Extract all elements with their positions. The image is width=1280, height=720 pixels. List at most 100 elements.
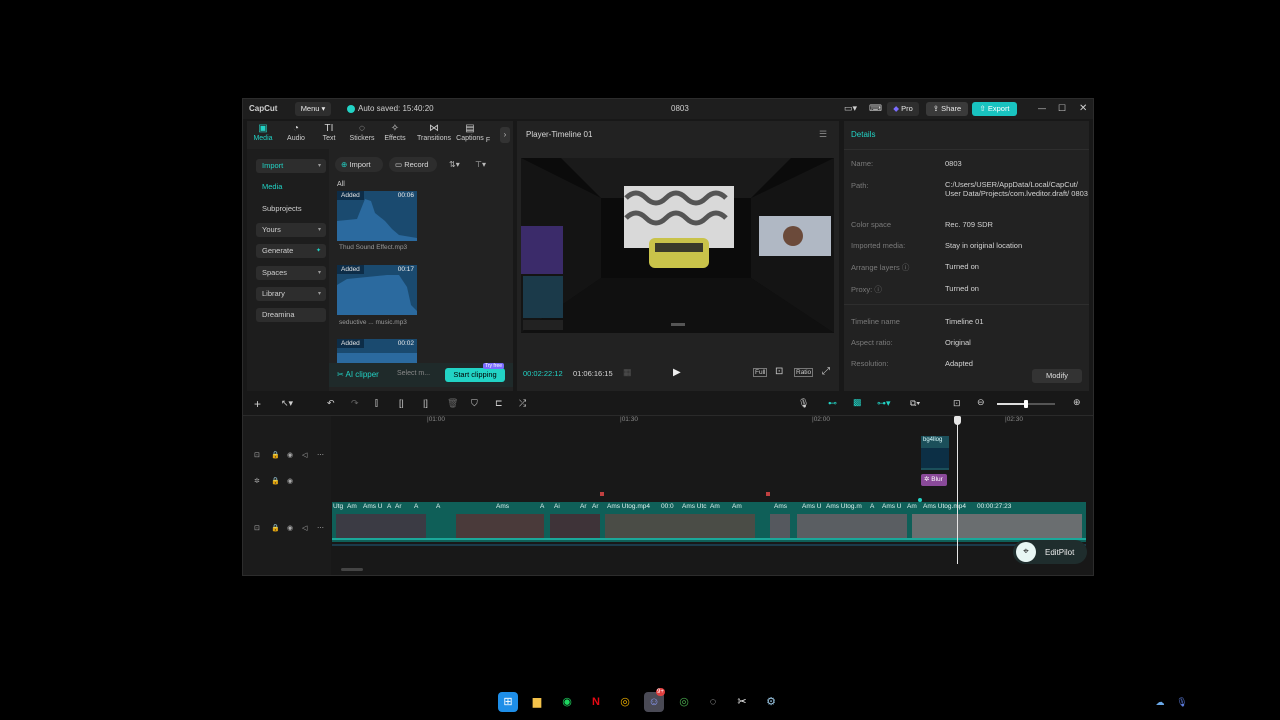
fullscreen-icon[interactable]: ⤢ xyxy=(822,366,830,377)
sidebar-item-dreamina[interactable]: Dreamina xyxy=(256,308,326,322)
linkage-icon[interactable]: ⊶▾ xyxy=(877,398,891,409)
track-toggle-icon[interactable]: ⊡ xyxy=(254,451,260,459)
select-media-field[interactable]: Select m... xyxy=(397,370,430,377)
zoom-slider[interactable] xyxy=(997,400,1055,408)
layout-icon[interactable]: ▭▾ xyxy=(844,103,857,114)
marker[interactable] xyxy=(600,492,604,496)
select-tool-icon[interactable]: ↖▾ xyxy=(281,398,293,409)
audio-mute-icon[interactable]: ◁ xyxy=(302,524,307,532)
player-menu-icon[interactable]: ☰ xyxy=(819,129,827,140)
full-quality-button[interactable]: Full xyxy=(753,368,768,377)
sidebar-item-generate[interactable]: Generate ✦ xyxy=(256,244,326,258)
maximize-icon[interactable]: ☐ xyxy=(1058,103,1066,114)
marker[interactable] xyxy=(766,492,770,496)
tab-truncated[interactable]: F xyxy=(483,137,493,144)
eye-icon[interactable]: ◉ xyxy=(287,451,293,459)
crop-icon[interactable]: ⊏ xyxy=(495,398,503,409)
lock-icon[interactable]: 🔒 xyxy=(271,477,280,485)
tab-media[interactable]: ▣ Media xyxy=(247,123,279,142)
sidebar-item-subprojects[interactable]: Subprojects xyxy=(256,202,326,216)
trim-left-icon[interactable]: [| xyxy=(399,398,404,408)
steam-icon[interactable]: ⚙ xyxy=(761,692,781,712)
share-button[interactable]: ⇪ Share xyxy=(926,102,968,116)
sidebar-item-media[interactable]: Media xyxy=(256,180,326,194)
sort-icon[interactable]: ⇅▾ xyxy=(449,160,460,169)
pro-button[interactable]: ◆ Pro xyxy=(887,102,919,116)
tab-text[interactable]: TI Text xyxy=(313,123,345,142)
ratio-button[interactable]: Ratio xyxy=(794,368,814,377)
eye-icon[interactable]: ◉ xyxy=(287,524,293,532)
netflix-icon[interactable]: N xyxy=(586,692,606,712)
shortcuts-icon[interactable]: ⌨ xyxy=(869,103,882,114)
ai-clipper-label[interactable]: ✂ AI clipper xyxy=(337,370,379,379)
tab-audio[interactable]: ◔ Audio xyxy=(280,123,312,142)
tab-effects[interactable]: ✧ Effects xyxy=(379,123,411,142)
track-toggle-icon[interactable]: ⊡ xyxy=(254,524,260,532)
audio-mute-icon[interactable]: ◁ xyxy=(302,451,307,459)
tabs-scroll-right-icon[interactable]: › xyxy=(500,127,510,143)
obs-icon[interactable]: ◌ xyxy=(703,692,723,712)
start-clipping-button[interactable]: Start clipping xyxy=(445,368,505,382)
split-icon[interactable]: ⫿ xyxy=(375,398,378,409)
menu-button[interactable]: Menu ▾ xyxy=(295,102,331,116)
timeline-layout-icon[interactable]: ⊡ xyxy=(953,398,961,409)
tab-transitions[interactable]: ⋈ Transitions xyxy=(415,123,453,142)
minimize-icon[interactable]: — xyxy=(1038,104,1046,113)
timeline-scrollbar[interactable] xyxy=(341,568,363,571)
microphone-icon[interactable]: 🎙 xyxy=(798,398,809,409)
main-video-track[interactable]: Utg Am Ams U A Ar A A Ams A Ai Ar Ar Ams… xyxy=(332,502,1086,542)
zoom-slider-handle[interactable] xyxy=(1024,400,1028,408)
eye-icon[interactable]: ◉ xyxy=(287,477,293,485)
media-card[interactable]: Added 00:17 xyxy=(337,265,417,315)
lock-icon[interactable]: 🔒 xyxy=(271,451,280,459)
close-icon[interactable]: ✕ xyxy=(1079,103,1087,114)
spotify-icon[interactable]: ◉ xyxy=(557,692,577,712)
timecode-grid-icon[interactable]: ▦ xyxy=(623,367,632,378)
tab-stickers[interactable]: ◌ Stickers xyxy=(346,123,378,142)
sidebar-item-spaces[interactable]: Spaces ▾ xyxy=(256,266,326,280)
sidebar-item-library[interactable]: Library ▾ xyxy=(256,287,326,301)
media-card[interactable]: Added 00:06 xyxy=(337,191,417,241)
undo-icon[interactable]: ↶ xyxy=(327,398,335,409)
sidebar-item-import[interactable]: Import ▾ xyxy=(256,159,326,173)
redo-icon[interactable]: ↷ xyxy=(351,398,359,409)
export-button[interactable]: ⇧ Export xyxy=(972,102,1017,116)
marker-icon[interactable]: ⛉ xyxy=(471,398,478,409)
effect-track-icon[interactable]: ✲ xyxy=(254,477,260,485)
mic-tray-icon[interactable]: 🎙 xyxy=(1172,692,1192,712)
discord-icon[interactable]: ☺ 9+ xyxy=(644,688,665,712)
file-explorer-icon[interactable]: ▆ xyxy=(527,692,547,712)
modify-button[interactable]: Modify xyxy=(1032,369,1082,383)
media-card[interactable]: Added 00:02 xyxy=(337,339,417,363)
info-icon[interactable]: ⓘ xyxy=(874,285,882,294)
capcut-icon[interactable]: ✂ xyxy=(732,692,752,712)
auto-reframe-icon[interactable]: ⤮ xyxy=(519,398,526,409)
playhead[interactable] xyxy=(957,416,958,564)
add-track-icon[interactable]: + xyxy=(254,397,261,411)
delete-icon[interactable]: 🗑 xyxy=(447,398,458,409)
preview-axis-icon[interactable]: ⧉▾ xyxy=(910,398,920,409)
main-track-magnet-icon[interactable]: ⊷ xyxy=(828,398,837,409)
windows-start-icon[interactable]: ⊞ xyxy=(498,692,518,712)
network-icon[interactable]: ☁ xyxy=(1150,692,1170,712)
play-icon[interactable]: ▶ xyxy=(673,367,681,378)
overlay-clip[interactable]: bg4llog xyxy=(921,436,949,470)
filter-icon[interactable]: ⊤▾ xyxy=(475,160,486,169)
chrome-icon[interactable]: ◎ xyxy=(615,692,635,712)
more-icon[interactable]: ⋯ xyxy=(317,524,324,532)
blur-effect-clip[interactable]: ✲ Blur xyxy=(921,474,947,486)
editpilot-button[interactable]: ⌖ EditPilot xyxy=(1013,540,1087,564)
video-preview[interactable] xyxy=(521,158,834,333)
zoom-in-icon[interactable]: ⊕ xyxy=(1073,397,1081,408)
tab-captions[interactable]: ▤ Captions xyxy=(454,123,486,142)
more-icon[interactable]: ⋯ xyxy=(317,451,324,459)
zoom-out-icon[interactable]: ⊖ xyxy=(977,397,985,408)
chrome-profile-icon[interactable]: ◎ xyxy=(674,692,694,712)
trim-right-icon[interactable]: |] xyxy=(423,398,428,408)
lock-icon[interactable]: 🔒 xyxy=(271,524,280,532)
playhead-handle[interactable] xyxy=(954,416,961,425)
import-button[interactable]: ⊕ Import xyxy=(335,157,383,172)
sidebar-item-yours[interactable]: Yours ▾ xyxy=(256,223,326,237)
auto-snap-icon[interactable]: ▩ xyxy=(853,397,862,408)
snapshot-icon[interactable]: ⊡ xyxy=(775,366,783,377)
